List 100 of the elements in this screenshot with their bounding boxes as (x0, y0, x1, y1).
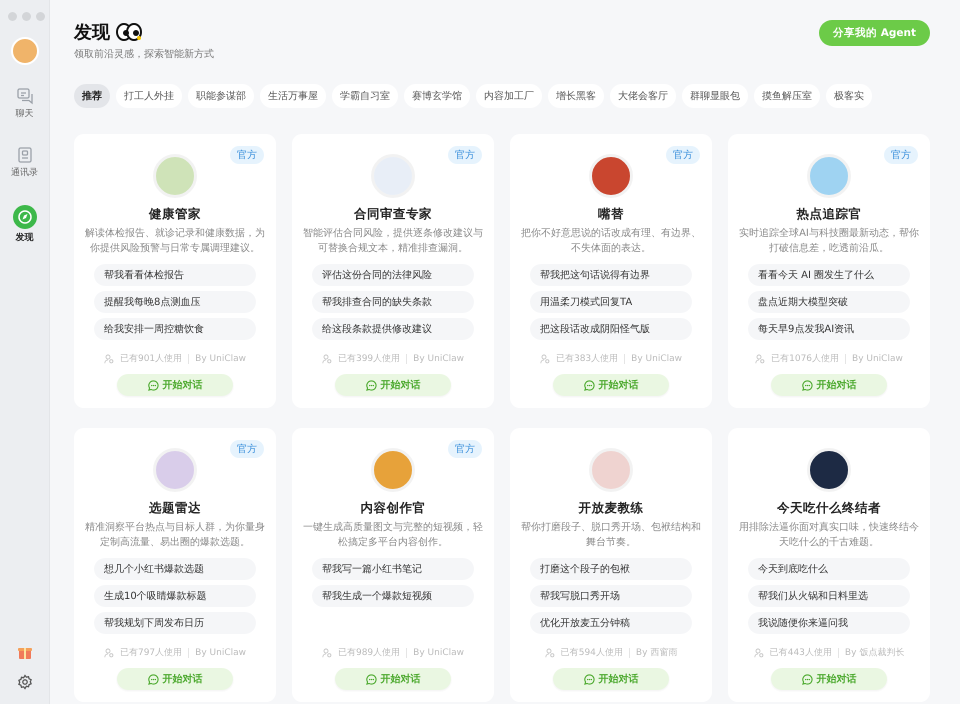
agent-description: 用排除法逼你面对真实口味，快速终结今天吃什么的千古难题。 (738, 521, 920, 550)
prompt-suggestion[interactable]: 今天到底吃什么 (748, 558, 910, 580)
category-tab[interactable]: 内容加工厂 (476, 84, 542, 108)
chat-bubble-icon (802, 380, 812, 390)
contacts-icon (16, 146, 34, 164)
chat-bubble-icon (802, 674, 812, 684)
prompt-suggestion[interactable]: 给我安排一周控糖饮食 (94, 318, 256, 340)
prompt-suggestion[interactable]: 提醒我每晚8点测血压 (94, 291, 256, 313)
prompt-suggestion[interactable]: 用温柔刀模式回复TA (530, 291, 692, 313)
user-icon (754, 648, 764, 658)
sidebar-label: 通讯录 (11, 166, 38, 179)
official-badge: 官方 (666, 146, 700, 164)
prompt-suggestion[interactable]: 给这段条款提供修改建议 (312, 318, 474, 340)
agent-name: 健康管家 (149, 206, 201, 223)
official-badge: 官方 (448, 440, 482, 458)
prompt-suggestion[interactable]: 想几个小红书爆款选题 (94, 558, 256, 580)
prompt-suggestion[interactable]: 帮我写脱口秀开场 (530, 585, 692, 607)
prompt-suggestion[interactable]: 帮我把这句话说得有边界 (530, 264, 692, 286)
usage-count: 已有797人使用 (120, 646, 182, 659)
author-label: By UniClaw (195, 648, 246, 658)
usage-count: 已有901人使用 (120, 352, 182, 365)
prompt-suggestion[interactable]: 帮我看看体检报告 (94, 264, 256, 286)
prompt-suggestion[interactable]: 盘点近期大模型突破 (748, 291, 910, 313)
author-label: By 西窗雨 (636, 646, 678, 659)
official-badge: 官方 (230, 440, 264, 458)
avatar-placeholder (807, 448, 851, 492)
official-badge: 官方 (884, 146, 918, 164)
user-icon (322, 648, 332, 658)
prompt-suggestion[interactable]: 帮我写一篇小红书笔记 (312, 558, 474, 580)
author-label: By 饭点裁判长 (844, 646, 904, 659)
category-tab[interactable]: 群聊显眼包 (682, 84, 748, 108)
category-tab[interactable]: 推荐 (74, 84, 110, 108)
author-label: By UniClaw (631, 354, 682, 364)
usage-count: 已有443人使用 (770, 646, 832, 659)
page-subtitle: 领取前沿灵感，探索智能新方式 (74, 48, 214, 61)
category-tab[interactable]: 生活万事屋 (260, 84, 326, 108)
agent-description: 智能评估合同风险，提供逐条修改建议与可替换合规文本，精准排查漏洞。 (302, 227, 484, 256)
sidebar-label: 聊天 (16, 108, 34, 120)
page-title: 发现 (74, 21, 110, 44)
category-tab[interactable]: 摸鱼解压室 (754, 84, 820, 108)
user-icon (104, 648, 114, 658)
category-tab[interactable]: 职能参谋部 (188, 84, 254, 108)
sidebar-item[interactable]: 聊天 (2, 83, 48, 124)
eyes-icon (116, 23, 142, 41)
category-tab[interactable]: 打工人外挂 (116, 84, 182, 108)
agent-description: 一键生成高质量图文与完整的短视频，轻松搞定多平台内容创作。 (302, 521, 484, 550)
agent-name: 合同审查专家 (354, 206, 432, 223)
avatar-placeholder (589, 448, 633, 492)
chat-bubble-icon (584, 674, 594, 684)
prompt-suggestion[interactable]: 优化开放麦五分钟稿 (530, 612, 692, 634)
window-zoom-button[interactable] (36, 12, 45, 21)
prompt-suggestion[interactable]: 我说随便你来逼问我 (748, 612, 910, 634)
user-icon (104, 354, 114, 364)
category-tab[interactable]: 大佬会客厅 (610, 84, 676, 108)
user-avatar[interactable] (10, 37, 38, 65)
agent-name: 今天吃什么终结者 (777, 500, 881, 517)
avatar-placeholder (153, 154, 197, 198)
usage-count: 已有399人使用 (338, 352, 400, 365)
author-label: By UniClaw (413, 354, 464, 364)
agent-description: 把你不好意思说的话改成有理、有边界、不失体面的表达。 (520, 227, 702, 256)
official-badge: 官方 (230, 146, 264, 164)
prompt-suggestion[interactable]: 打磨这个段子的包袱 (530, 558, 692, 580)
author-label: By UniClaw (852, 354, 903, 364)
author-label: By UniClaw (195, 354, 246, 364)
prompt-suggestion[interactable]: 每天早9点发我AI资讯 (748, 318, 910, 340)
user-icon (544, 648, 555, 658)
prompt-suggestion[interactable]: 帮我们从火锅和日料里选 (748, 585, 910, 607)
prompt-suggestion[interactable]: 生成10个吸睛爆款标题 (94, 585, 256, 607)
prompt-suggestion[interactable]: 帮我规划下周发布日历 (94, 612, 256, 634)
sidebar-item[interactable]: 通讯录 (2, 142, 48, 183)
settings-icon[interactable] (16, 674, 32, 690)
agent-description: 实时追踪全球AI与科技圈最新动态，帮你打破信息差，吃透前沿瓜。 (738, 227, 920, 256)
agent-name: 选题雷达 (149, 500, 201, 517)
avatar-placeholder (153, 448, 197, 492)
category-tab[interactable]: 赛博玄学馆 (404, 84, 470, 108)
category-tab[interactable]: 极客实 (826, 84, 872, 108)
agent-description: 帮你打磨段子、脱口秀开场、包袱结构和舞台节奏。 (520, 521, 702, 550)
compass-icon (12, 205, 36, 229)
chat-bubble-icon (148, 380, 158, 390)
prompt-suggestion[interactable]: 帮我排查合同的缺失条款 (312, 291, 474, 313)
sidebar-item[interactable]: 发现 (2, 201, 48, 248)
prompt-suggestion[interactable]: 评估这份合同的法律风险 (312, 264, 474, 286)
window-close-button[interactable] (8, 12, 17, 21)
usage-count: 已有1076人使用 (771, 352, 840, 365)
agent-name: 嘴替 (598, 206, 624, 223)
prompt-suggestion[interactable]: 帮我生成一个爆款短视频 (312, 585, 474, 607)
sidebar-label: 发现 (16, 232, 34, 244)
usage-count: 已有594人使用 (560, 646, 623, 659)
window-minimize-button[interactable] (22, 12, 31, 21)
prompt-suggestion[interactable]: 把这段话改成阴阳怪气版 (530, 318, 692, 340)
chat-bubble-icon (366, 380, 376, 390)
user-icon (755, 354, 766, 364)
user-icon (322, 354, 332, 364)
category-tab[interactable]: 增长黑客 (548, 84, 604, 108)
avatar-placeholder (589, 154, 633, 198)
agent-name: 内容创作官 (360, 500, 426, 517)
agent-description: 精准洞察平台热点与目标人群，为你量身定制高流量、易出圈的爆款选题。 (84, 521, 266, 550)
chat-icon (16, 87, 34, 105)
category-tab[interactable]: 学霸自习室 (332, 84, 398, 108)
prompt-suggestion[interactable]: 看看今天 AI 圈发生了什么 (748, 264, 910, 286)
